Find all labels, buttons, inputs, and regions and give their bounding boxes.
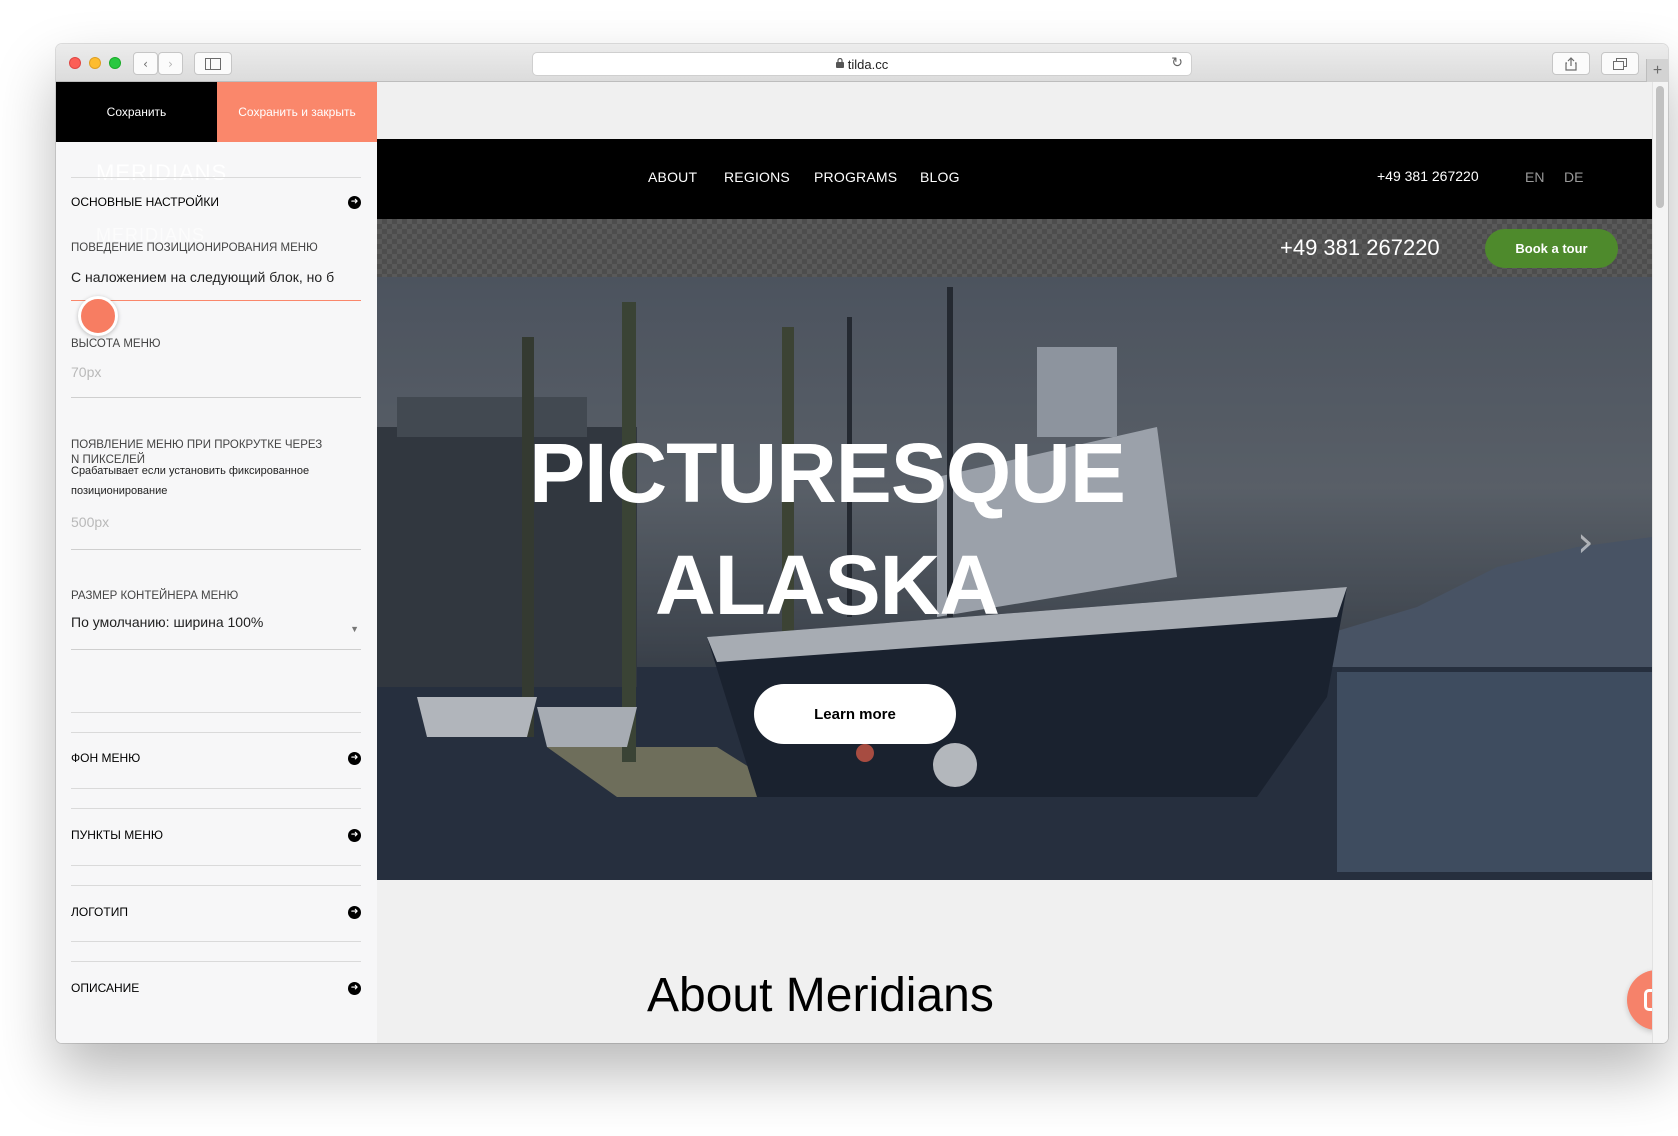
site-top-nav: ABOUT REGIONS PROGRAMS BLOG +49 381 2672… [377,139,1668,219]
positioning-label: ПОВЕДЕНИЕ ПОЗИЦИОНИРОВАНИЯ МЕНЮ [71,242,318,254]
menu-height-input[interactable]: 70px [71,364,361,398]
arrow-right-icon: ➜ [348,195,361,209]
hero-title-line-1: PICTURESQUE [529,426,1126,520]
slider-next-icon[interactable]: › [1577,517,1594,566]
about-heading: About Meridians [647,969,994,1022]
settings-panel: MERIDIANS MERIDIANS Сохранить Сохранить … [56,82,377,1043]
scrollbar[interactable] [1652,82,1668,1043]
section-main-settings[interactable]: ОСНОВНЫЕ НАСТРОЙКИ ➜ [71,195,361,209]
divider [71,788,361,789]
sub-bar-phone[interactable]: +49 381 267220 [1280,235,1440,261]
zoom-window-button[interactable] [109,57,121,69]
divider [71,941,361,942]
menu-height-label: ВЫСОТА МЕНЮ [71,338,161,350]
section-menu-bg-label: ФОН МЕНЮ [71,751,141,765]
nav-item-programs[interactable]: PROGRAMS [814,169,897,185]
arrow-right-icon: ➜ [348,751,361,765]
chevron-down-icon: ▼ [350,624,359,634]
scroll-appear-hint: Срабатывает если установить фиксированно… [71,465,310,497]
sidebar-icon [205,57,221,70]
lang-en[interactable]: EN [1525,169,1544,185]
reload-icon[interactable]: ↻ [1171,55,1183,71]
forward-button[interactable]: › [158,52,183,75]
nav-item-about[interactable]: ABOUT [648,169,697,185]
section-logo[interactable]: ЛОГОТИП ➜ [71,905,361,919]
nav-item-regions[interactable]: REGIONS [724,169,790,185]
divider [71,961,361,962]
chevron-right-icon: › [168,56,173,71]
divider [71,808,361,809]
tabs-icon [1613,57,1627,70]
section-logo-label: ЛОГОТИП [71,905,128,919]
ghost-logo-text: MERIDIANS [96,160,228,185]
lang-de[interactable]: DE [1564,169,1583,185]
nav-phone[interactable]: +49 381 267220 [1377,168,1479,184]
site-preview: ABOUT REGIONS PROGRAMS BLOG +49 381 2672… [377,82,1668,1043]
arrow-right-icon: ➜ [348,905,361,919]
section-menu-bg[interactable]: ФОН МЕНЮ ➜ [71,751,361,765]
section-description-label: ОПИСАНИЕ [71,981,140,995]
close-window-button[interactable] [69,57,81,69]
chevron-left-icon: ‹ [143,56,148,71]
container-size-label: РАЗМЕР КОНТЕЙНЕРА МЕНЮ [71,590,239,602]
nav-item-blog[interactable]: BLOG [920,169,960,185]
hero-title: PICTURESQUE ALASKA [497,417,1157,641]
section-main-settings-label: ОСНОВНЫЕ НАСТРОЙКИ [71,195,219,209]
url-text: tilda.cc [847,56,889,72]
divider [71,885,361,886]
tabs-overview-button[interactable] [1601,52,1639,75]
divider [71,732,361,733]
hero-title-line-2: ALASKA [655,538,1000,632]
section-menu-items[interactable]: ПУНКТЫ МЕНЮ ➜ [71,828,361,842]
tutorial-marker [78,296,118,336]
address-bar[interactable]: tilda.cc ↻ [532,52,1192,76]
arrow-right-icon: ➜ [348,981,361,995]
divider [71,712,361,713]
section-menu-items-label: ПУНКТЫ МЕНЮ [71,828,163,842]
save-and-close-button[interactable]: Сохранить и закрыть [217,82,377,142]
save-row: Сохранить Сохранить и закрыть [56,82,377,142]
back-button[interactable]: ‹ [133,52,158,75]
plus-icon: + [1652,61,1663,79]
share-button[interactable] [1552,52,1590,75]
container-size-select[interactable]: По умолчанию: ширина 100% ▼ [71,614,361,650]
hero-section: PICTURESQUE ALASKA Learn more › [377,277,1652,880]
learn-more-button[interactable]: Learn more [754,684,956,744]
minimize-window-button[interactable] [89,57,101,69]
scrollbar-thumb[interactable] [1656,86,1664,208]
divider [71,177,361,178]
browser-window: ‹ › tilda.cc ↻ + MERIDIANS MERIDIANS Сох… [56,44,1668,1043]
container-size-value: По умолчанию: ширина 100% [71,614,264,630]
arrow-right-icon: ➜ [348,828,361,842]
new-tab-button[interactable]: + [1646,59,1668,82]
save-button[interactable]: Сохранить [56,82,217,142]
share-icon [1565,56,1577,71]
site-sub-bar: +49 381 267220 Book a tour [377,219,1668,277]
section-description[interactable]: ОПИСАНИЕ ➜ [71,981,361,995]
browser-titlebar: ‹ › tilda.cc ↻ + [56,44,1668,82]
lock-icon [835,57,844,71]
divider [71,865,361,866]
sidebar-toggle-button[interactable] [194,52,232,75]
positioning-select[interactable]: С наложением на следующий блок, но б [71,269,361,301]
scroll-appear-input[interactable]: 500px [71,514,361,550]
book-tour-button[interactable]: Book a tour [1485,229,1618,268]
